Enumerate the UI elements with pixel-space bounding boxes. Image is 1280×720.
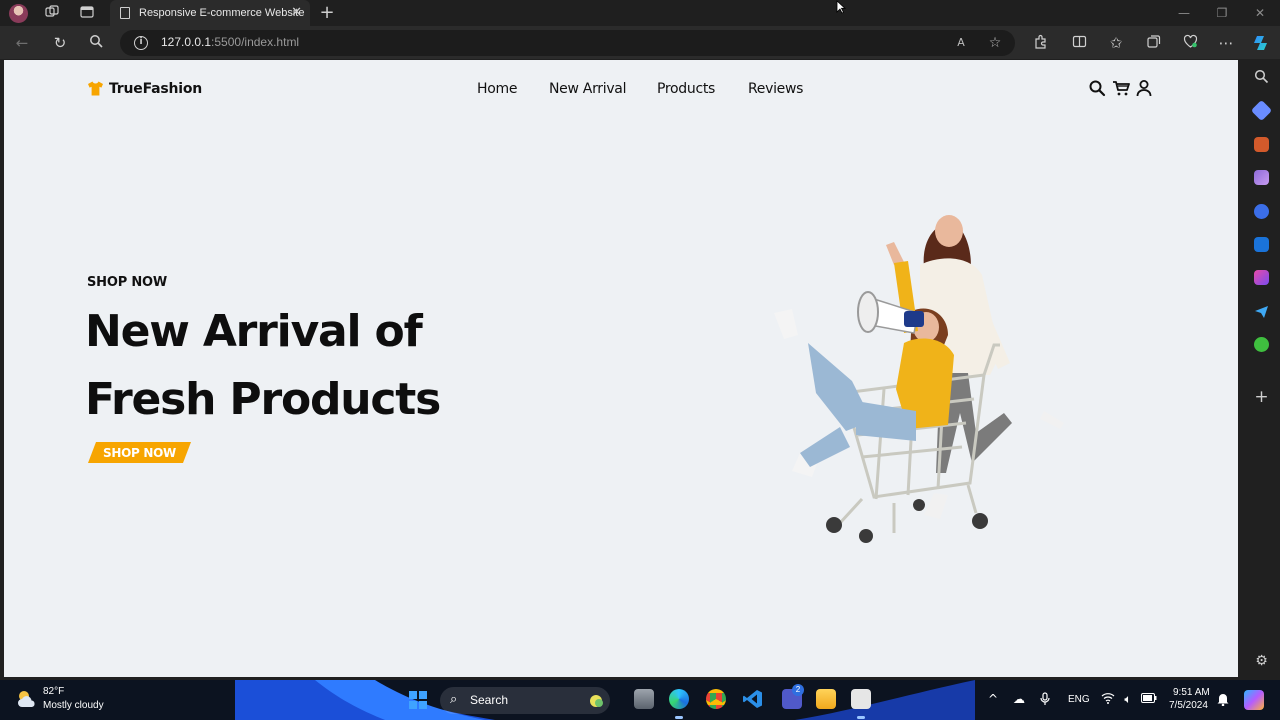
- wifi-icon[interactable]: [1100, 692, 1116, 707]
- sidebar-send-icon[interactable]: [1254, 304, 1269, 319]
- more-options-icon[interactable]: ⋯: [1217, 34, 1235, 52]
- tshirt-icon: [88, 81, 103, 96]
- split-screen-icon[interactable]: [1070, 34, 1088, 52]
- nav-link-reviews[interactable]: Reviews: [748, 81, 803, 97]
- site-info-icon[interactable]: i: [134, 36, 148, 50]
- teams-icon[interactable]: 2: [782, 684, 804, 709]
- sidebar-tools-icon[interactable]: [1254, 137, 1269, 152]
- minimize-icon[interactable]: —: [1176, 5, 1192, 21]
- show-hidden-icons[interactable]: ^: [985, 692, 1001, 706]
- sidebar-outlook-icon[interactable]: [1254, 237, 1269, 252]
- snipping-tool-icon[interactable]: [851, 689, 871, 709]
- new-tab-button[interactable]: +: [318, 3, 336, 23]
- workspaces-icon[interactable]: [44, 5, 60, 21]
- sidebar-games-icon[interactable]: [1254, 170, 1269, 185]
- sidebar-copilot-icon[interactable]: [1254, 204, 1269, 219]
- nav-link-products[interactable]: Products: [657, 81, 715, 97]
- hero-title-line2: Fresh Products: [85, 374, 441, 425]
- nav-link-home[interactable]: Home: [477, 81, 517, 97]
- site-logo[interactable]: TrueFashion: [87, 80, 202, 97]
- cart-wheel: [826, 517, 842, 533]
- url-host: 127.0.0.1: [161, 35, 212, 49]
- hero-title: New Arrival of Fresh Products: [85, 298, 545, 434]
- user-icon[interactable]: [1135, 79, 1153, 97]
- search-icon: ⌕: [450, 692, 458, 707]
- shop-now-button[interactable]: SHOP NOW: [88, 442, 191, 463]
- read-aloud-icon[interactable]: A: [952, 34, 970, 52]
- weather-temperature[interactable]: 82°F: [43, 686, 64, 697]
- cart-wheel: [859, 529, 873, 543]
- taskbar-search[interactable]: ⌕ Search: [440, 687, 610, 714]
- address-bar[interactable]: i 127.0.0.1:5500/index.html A ☆: [120, 30, 1015, 56]
- weather-condition[interactable]: Mostly cloudy: [43, 700, 104, 711]
- battery-icon[interactable]: [1141, 692, 1157, 706]
- sidebar-settings-icon[interactable]: ⚙: [1253, 653, 1270, 670]
- extensions-icon[interactable]: [1031, 34, 1049, 52]
- hero-eyebrow: SHOP NOW: [87, 275, 168, 290]
- hero-shoppers-image: [774, 215, 1064, 543]
- sidebar-add-icon[interactable]: +: [1253, 389, 1270, 406]
- browser-title-bar: Responsive E-commerce Website ✕ + — ❐ ✕: [0, 0, 1280, 26]
- page-icon: [120, 7, 130, 19]
- restore-icon[interactable]: ❐: [1214, 5, 1230, 21]
- windows-taskbar: 82°F Mostly cloudy ⌕ Search 2 ^ ☁ ENG 🔈︎…: [0, 680, 1280, 720]
- logo-text: TrueFashion: [109, 80, 203, 97]
- url-path: :5500/index.html: [211, 35, 300, 49]
- browser-toolbar: ← ↻ i 127.0.0.1:5500/index.html A ☆ ✩ ⋯: [0, 26, 1280, 59]
- active-app-indicator: [675, 716, 683, 719]
- cart-icon[interactable]: [1112, 79, 1130, 97]
- language-indicator[interactable]: ENG: [1068, 694, 1090, 705]
- page-viewport: TrueFashion Home New Arrival Products Re…: [4, 60, 1238, 677]
- back-icon[interactable]: ←: [13, 34, 31, 52]
- weather-cloud-icon[interactable]: [16, 689, 38, 709]
- refresh-icon[interactable]: ↻: [51, 34, 69, 52]
- tab-actions-icon[interactable]: [79, 5, 95, 21]
- copilot-taskbar-icon[interactable]: [1244, 690, 1264, 710]
- vscode-icon[interactable]: [743, 689, 763, 709]
- url-text[interactable]: 127.0.0.1:5500/index.html: [161, 35, 299, 49]
- sidebar-shopping-icon[interactable]: [1250, 99, 1273, 122]
- cart-wheel: [913, 499, 925, 511]
- mouse-cursor-icon: [836, 0, 846, 14]
- active-app-indicator: [857, 716, 865, 719]
- onedrive-cloud-icon[interactable]: ☁: [1011, 692, 1027, 706]
- search-icon[interactable]: [87, 34, 105, 52]
- megaphone: [857, 291, 924, 334]
- windows-start-button[interactable]: [409, 691, 427, 709]
- browser-tab-active[interactable]: Responsive E-commerce Website ✕: [110, 0, 310, 26]
- cart-wheel: [972, 513, 988, 529]
- tab-title: Responsive E-commerce Website: [139, 7, 305, 19]
- sidebar-search-icon[interactable]: [1254, 69, 1269, 84]
- favorites-icon[interactable]: ✩: [1107, 34, 1125, 52]
- edge-browser-icon[interactable]: [669, 689, 689, 709]
- taskbar-search-label: Search: [470, 693, 509, 707]
- sidebar-tree-icon[interactable]: [1254, 337, 1269, 352]
- file-explorer-icon[interactable]: [816, 689, 836, 709]
- volume-icon[interactable]: 🔈︎: [1120, 692, 1136, 706]
- nav-link-new-arrival[interactable]: New Arrival: [549, 81, 626, 97]
- tab-close-icon[interactable]: ✕: [291, 5, 302, 21]
- chrome-icon[interactable]: [706, 689, 726, 709]
- teams-badge: 2: [792, 684, 804, 696]
- copilot-icon[interactable]: [1252, 34, 1270, 52]
- profile-avatar[interactable]: [9, 4, 28, 23]
- favorite-star-icon[interactable]: ☆: [986, 34, 1004, 52]
- taskbar-app-window[interactable]: [634, 689, 654, 709]
- hero-title-line1: New Arrival of: [85, 306, 423, 357]
- microphone-icon[interactable]: [1037, 692, 1053, 709]
- close-window-icon[interactable]: ✕: [1252, 5, 1268, 21]
- browser-essentials-icon[interactable]: [1181, 34, 1199, 52]
- search-highlight-icon: [590, 695, 603, 707]
- edge-sidebar: + ⚙: [1242, 59, 1280, 677]
- clock-date[interactable]: 7/5/2024: [1169, 700, 1208, 711]
- sidebar-designer-icon[interactable]: [1254, 270, 1269, 285]
- collections-icon[interactable]: [1144, 34, 1162, 52]
- clock-time[interactable]: 9:51 AM: [1173, 687, 1210, 698]
- search-icon[interactable]: [1088, 79, 1106, 97]
- notifications-bell-icon[interactable]: [1215, 692, 1231, 709]
